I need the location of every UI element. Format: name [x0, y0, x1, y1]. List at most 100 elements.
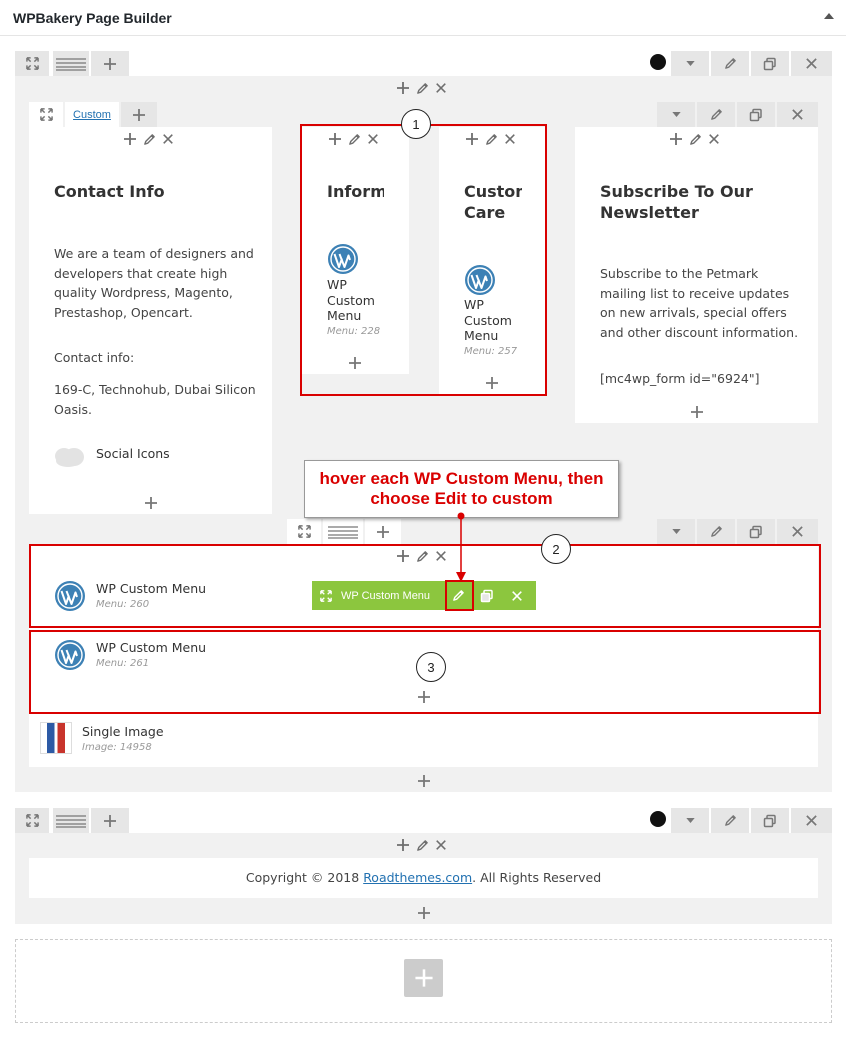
close-icon[interactable] — [435, 839, 447, 851]
clone-icon — [763, 57, 777, 71]
inner-row-2-add-button[interactable] — [365, 519, 401, 544]
panel-title: WPBakery Page Builder — [13, 10, 172, 26]
contact-info-heading: Contact Info — [54, 182, 165, 201]
row-1-color-dot — [650, 54, 666, 70]
row-1-clone-button[interactable] — [751, 51, 789, 76]
inner-row-tab[interactable]: Custom — [65, 102, 119, 127]
drag-handle-icon — [56, 57, 86, 71]
row-1-add-column-button[interactable] — [91, 51, 129, 76]
close-icon[interactable] — [162, 133, 174, 145]
expand-icon — [26, 814, 39, 827]
annotation-number-1: 1 — [401, 109, 431, 139]
clone-icon — [763, 814, 777, 828]
row-2-delete-button[interactable] — [791, 808, 832, 833]
column-3-tools — [669, 132, 720, 146]
newsletter-heading: Subscribe To Our Newsletter — [600, 182, 753, 222]
plus-icon — [103, 814, 117, 828]
cloud-icon — [55, 448, 84, 467]
social-icons-label: Social Icons — [96, 446, 170, 461]
panel-header: WPBakery Page Builder — [0, 0, 846, 36]
panel-toggle-icon[interactable] — [824, 13, 834, 19]
image-thumb-icon — [40, 722, 72, 754]
inner-row-expand-button[interactable] — [29, 102, 63, 127]
annotation-callout-text: hover each WP Custom Menu, then choose E… — [319, 469, 604, 508]
row-1-expand-button[interactable] — [15, 51, 49, 76]
plus-icon[interactable] — [669, 132, 683, 146]
expand-icon — [298, 525, 311, 538]
close-icon — [805, 814, 818, 827]
row-1-dropdown-button[interactable] — [671, 51, 709, 76]
column-3-add-element-icon[interactable] — [690, 405, 704, 419]
row-1-edit-button[interactable] — [711, 51, 749, 76]
annotation-box-2 — [29, 544, 821, 628]
inner-row-2-edit-button[interactable] — [697, 519, 735, 544]
pencil-icon[interactable] — [689, 133, 702, 146]
inner-row-2-drag-handle[interactable] — [323, 519, 363, 544]
inner-row-2-delete-button[interactable] — [777, 519, 818, 544]
copyright-element[interactable]: Copyright © 2018 Roadthemes.com. All Rig… — [29, 858, 818, 898]
row-2-clone-button[interactable] — [751, 808, 789, 833]
annotation-number-2: 2 — [541, 534, 571, 564]
copyright-suffix: . All Rights Reserved — [472, 870, 602, 886]
row-2-add-column-button[interactable] — [91, 808, 129, 833]
inner-row-delete-button[interactable] — [777, 102, 818, 127]
contact-info-address: 169-C, Technohub, Dubai Silicon Oasis. — [54, 382, 256, 417]
copyright-prefix: Copyright © 2018 — [245, 870, 364, 886]
row-1-delete-button[interactable] — [791, 51, 832, 76]
drag-handle-icon — [328, 525, 358, 539]
row-1-add-element-icon[interactable] — [417, 774, 431, 788]
inner-row-dropdown-button[interactable] — [657, 102, 695, 127]
chevron-down-icon — [686, 61, 695, 66]
expand-icon — [26, 57, 39, 70]
row-2-edit-button[interactable] — [711, 808, 749, 833]
single-image-id: Image: 14958 — [82, 742, 152, 753]
plus-icon[interactable] — [123, 132, 137, 146]
inner-row-2-expand-button[interactable] — [287, 519, 321, 544]
add-row-button[interactable] — [404, 959, 443, 997]
clone-icon — [749, 525, 763, 539]
row-1-column-tools — [396, 81, 447, 95]
close-icon — [791, 525, 804, 538]
pencil-icon — [710, 525, 723, 538]
plus-icon — [132, 108, 146, 122]
copyright-link[interactable]: Roadthemes.com — [363, 870, 472, 885]
inner-row-clone-button[interactable] — [737, 102, 775, 127]
row-2-drag-handle[interactable] — [53, 808, 89, 833]
inner-row-2-dropdown-button[interactable] — [657, 519, 695, 544]
close-icon[interactable] — [708, 133, 720, 145]
chevron-down-icon — [672, 112, 681, 117]
copyright-text: Copyright © 2018 Roadthemes.com. All Rig… — [246, 868, 601, 888]
contact-info-label: Contact info: — [54, 350, 135, 365]
plus-icon — [376, 525, 390, 539]
plus-icon[interactable] — [396, 838, 410, 852]
pencil-icon[interactable] — [416, 839, 429, 852]
inner-row-edit-button[interactable] — [697, 102, 735, 127]
pencil-icon[interactable] — [143, 133, 156, 146]
inner-row-add-button[interactable] — [121, 102, 157, 127]
single-image-name[interactable]: Single Image — [82, 724, 164, 740]
pencil-icon — [724, 814, 737, 827]
row-2-column-tools — [396, 838, 447, 852]
contact-info-text: We are a team of designers and developer… — [54, 246, 254, 320]
column-1-add-element-icon[interactable] — [144, 496, 158, 510]
row-2-dropdown-button[interactable] — [671, 808, 709, 833]
inner-row-tab-label[interactable]: Custom — [73, 109, 111, 121]
close-icon[interactable] — [435, 82, 447, 94]
chevron-down-icon — [672, 529, 681, 534]
pencil-icon — [710, 108, 723, 121]
close-icon — [791, 108, 804, 121]
plus-icon — [414, 968, 434, 988]
row-1-drag-handle[interactable] — [53, 51, 89, 76]
row-2-add-element-icon[interactable] — [417, 906, 431, 920]
row-2-expand-button[interactable] — [15, 808, 49, 833]
annotation-arrow — [456, 512, 466, 582]
close-icon — [805, 57, 818, 70]
column-1-tools — [123, 132, 174, 146]
annotation-number-3: 3 — [416, 652, 446, 682]
chevron-down-icon — [686, 818, 695, 823]
pencil-icon[interactable] — [416, 82, 429, 95]
annotation-callout: hover each WP Custom Menu, then choose E… — [304, 460, 619, 518]
row-2-color-dot — [650, 811, 666, 827]
inner-row-2-clone-button[interactable] — [737, 519, 775, 544]
plus-icon[interactable] — [396, 81, 410, 95]
